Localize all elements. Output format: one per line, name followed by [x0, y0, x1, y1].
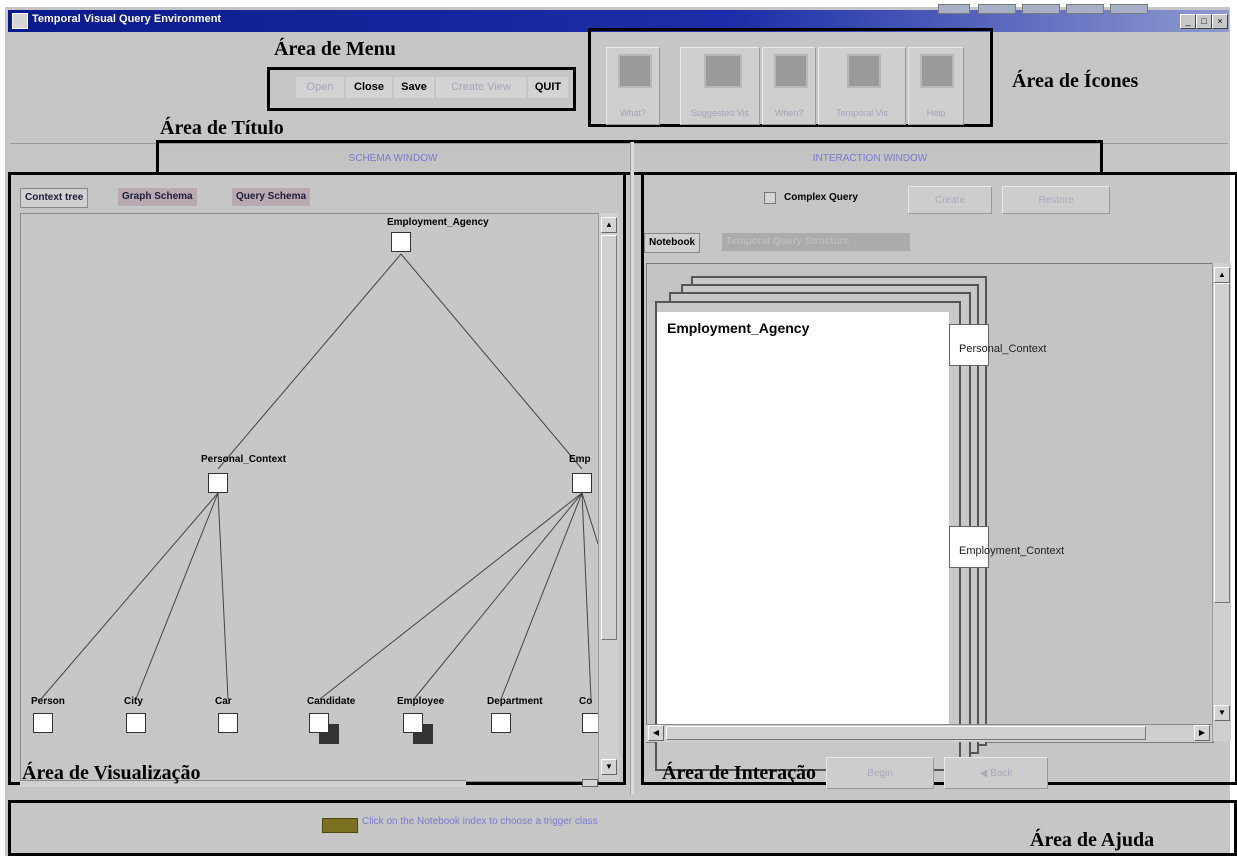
scroll-thumb[interactable] [601, 235, 617, 640]
back-arrow-icon: ◀ [979, 768, 991, 779]
tree-leaf-node[interactable] [403, 713, 423, 733]
save-button[interactable]: Save [394, 77, 434, 98]
context-tree-view[interactable]: Employment_Agency Personal_Context Emp P… [20, 213, 602, 782]
notebook-page[interactable] [657, 312, 949, 742]
menu-area-annotation: Área de Menu [274, 38, 396, 60]
tree-leaf-label: Candidate [307, 696, 356, 707]
what-button[interactable]: What? [606, 47, 660, 125]
tree-leaf-label: Car [215, 696, 232, 707]
scroll-up-arrow-icon[interactable]: ▲ [601, 217, 617, 233]
title-area-annotation: Área de Título [160, 117, 284, 139]
notebook-horizontal-scrollbar[interactable]: ◀ ▶ [646, 724, 1212, 742]
scroll-down-arrow-icon[interactable]: ▼ [1214, 705, 1230, 721]
complex-query-checkbox[interactable] [764, 192, 776, 204]
temporal-vis-button[interactable]: Temporal Vis [818, 47, 906, 125]
scroll-down-arrow-icon[interactable]: ▼ [601, 759, 617, 775]
tray-icon [1066, 4, 1104, 14]
scroll-thumb[interactable] [666, 726, 1146, 740]
help-hint-icon [322, 818, 358, 833]
notebook-vertical-scrollbar[interactable]: ▲ ▼ [1212, 263, 1231, 741]
help-icon [920, 54, 954, 88]
what-icon [618, 54, 652, 88]
split-divider[interactable] [630, 142, 634, 794]
tree-employment-node[interactable] [572, 473, 592, 493]
scroll-left-arrow-icon[interactable]: ◀ [648, 725, 664, 741]
help-area-annotation: Área de Ajuda [1030, 829, 1155, 851]
tab-context-tree[interactable]: Context tree [20, 188, 89, 208]
tree-personal-label: Personal_Context [201, 454, 287, 465]
tree-leaf-node[interactable] [309, 713, 329, 733]
scroll-up-arrow-icon[interactable]: ▲ [1214, 267, 1230, 283]
tree-leaf-node[interactable] [33, 713, 53, 733]
tab-query-schema[interactable]: Query Schema [232, 188, 311, 206]
restore-button[interactable]: Restore [1002, 186, 1110, 214]
notebook-page-title: Employment_Agency [667, 320, 810, 336]
window-title: Temporal Visual Query Environment [32, 13, 222, 25]
help-message: Click on the Notebook index to choose a … [362, 816, 598, 827]
tree-leaf-label: Employee [397, 696, 445, 707]
interaction-window-title: INTERACTION WINDOW [640, 148, 1100, 170]
back-button[interactable]: ◀ Back [944, 757, 1048, 789]
suggested-vis-button[interactable]: Suggested Vis [680, 47, 760, 125]
tree-leaf-label: Person [31, 696, 65, 707]
create-button[interactable]: Create [908, 186, 992, 214]
tab-notebook[interactable]: Notebook [644, 233, 701, 253]
tray-icon [978, 4, 1016, 14]
minimize-button[interactable]: _ [1180, 14, 1196, 29]
icons-area-annotation: Área de Ícones [1012, 70, 1139, 92]
app-icon [12, 13, 28, 29]
tray-icon [1110, 4, 1148, 14]
interaction-area-annotation: Área de Interação [662, 762, 817, 784]
visualization-area-annotation: Área de Visualização [22, 762, 201, 784]
schema-window-title: SCHEMA WINDOW [160, 148, 626, 170]
quit-button[interactable]: QUIT [528, 77, 568, 98]
tree-root-node[interactable] [391, 232, 411, 252]
tree-vertical-scrollbar[interactable]: ▲ ▼ [598, 213, 619, 780]
maximize-button[interactable]: □ [1196, 14, 1212, 29]
begin-button[interactable]: Begin [826, 757, 934, 789]
tree-leaf-node[interactable] [126, 713, 146, 733]
create-view-button[interactable]: Create View [436, 77, 526, 98]
notebook-index-label: Employment_Context [959, 545, 1065, 557]
tab-graph-schema[interactable]: Graph Schema [118, 188, 197, 206]
notebook-index-label: Personal_Context [959, 343, 1047, 355]
back-button-label: Back [990, 768, 1013, 779]
tray-icon [1022, 4, 1060, 14]
tree-employment-label: Emp [569, 454, 591, 465]
suggested-vis-icon [704, 54, 742, 88]
tree-root-label: Employment_Agency [387, 217, 489, 228]
help-button[interactable]: Help [908, 47, 964, 125]
scroll-right-arrow-icon[interactable]: ▶ [1194, 725, 1210, 741]
tree-leaf-label: Department [487, 696, 543, 707]
temporal-vis-icon [847, 54, 881, 88]
close-window-button[interactable]: × [1212, 14, 1228, 29]
tree-personal-node[interactable] [208, 473, 228, 493]
tree-leaf-node[interactable] [491, 713, 511, 733]
notebook-view[interactable]: Employment_Agency Personal_Context Emplo… [646, 263, 1214, 771]
close-button[interactable]: Close [346, 77, 392, 98]
tree-leaf-label: Co [579, 696, 593, 707]
scroll-thumb[interactable] [1214, 283, 1230, 603]
scroll-right-arrow-icon[interactable] [582, 779, 598, 787]
tree-leaf-node[interactable] [218, 713, 238, 733]
tray-icon [938, 4, 970, 14]
complex-query-label: Complex Query [784, 192, 858, 203]
when-icon [774, 54, 808, 88]
open-button[interactable]: Open [296, 77, 344, 98]
tab-temporal-query-structure[interactable]: Temporal Query Structure [722, 233, 910, 251]
when-button[interactable]: When? [762, 47, 816, 125]
tree-leaf-label: City [124, 696, 143, 707]
